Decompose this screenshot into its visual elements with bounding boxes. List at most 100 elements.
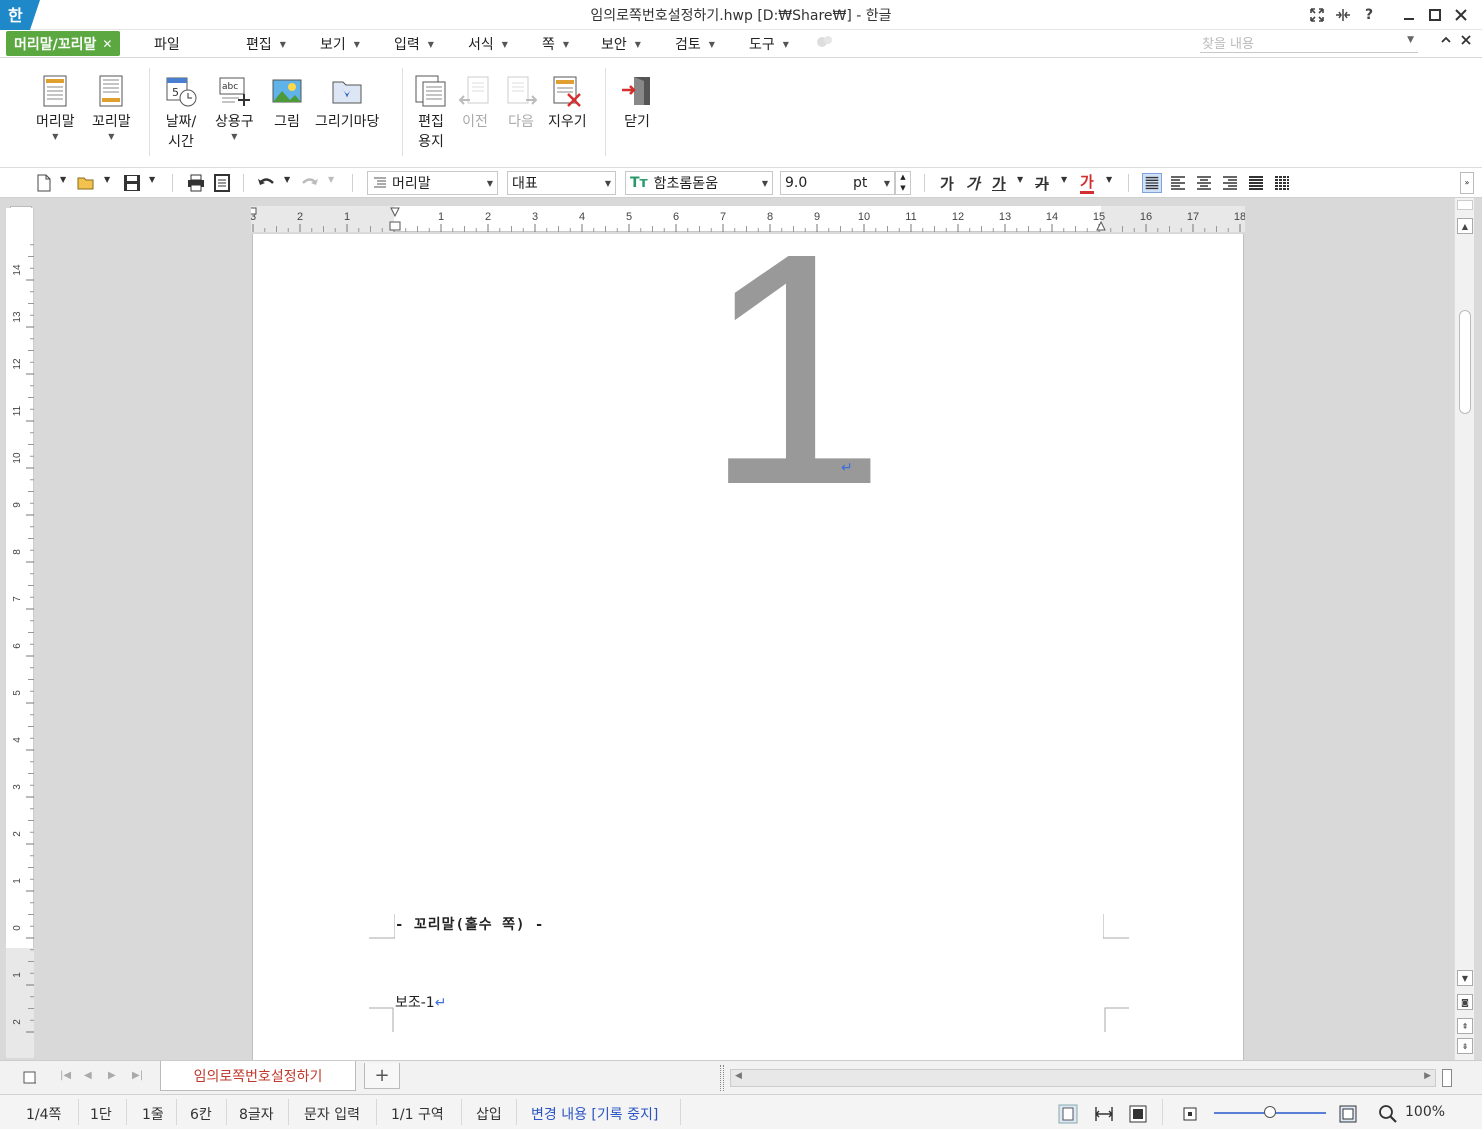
print-preview-icon[interactable] <box>212 173 232 193</box>
close-window-icon[interactable] <box>1448 4 1474 26</box>
delete-button[interactable]: 지우기 <box>548 74 587 132</box>
bold-button[interactable]: 가 <box>940 173 954 194</box>
zoom-level[interactable]: 100% <box>1405 1104 1445 1120</box>
chevron-down-icon[interactable]: ▼ <box>60 175 66 184</box>
first-tab-icon[interactable]: |◀ <box>60 1070 71 1081</box>
plugin-icon[interactable] <box>816 34 834 50</box>
undo-icon[interactable] <box>256 173 276 193</box>
select-browse-object-icon[interactable]: ◙ <box>1457 994 1473 1010</box>
zoom-slider-knob[interactable] <box>1264 1106 1276 1118</box>
status-insert-mode[interactable]: 삽입 <box>476 1104 502 1124</box>
chevron-down-icon[interactable]: ▼ <box>1061 175 1067 184</box>
close-document-icon[interactable] <box>1460 34 1472 50</box>
status-track-changes[interactable]: 변경 내용 [기록 중지] <box>531 1104 658 1124</box>
align-split-icon[interactable] <box>1272 173 1292 193</box>
scroll-down-icon[interactable]: ▼ <box>1457 970 1473 986</box>
footer-body-text[interactable]: 보조-1↵ <box>395 992 446 1012</box>
close-context-tab-icon[interactable]: ✕ <box>102 37 112 51</box>
save-icon[interactable] <box>122 173 142 193</box>
tab-list-icon[interactable] <box>22 1070 38 1086</box>
zoom-out-page-icon[interactable] <box>1180 1104 1200 1124</box>
align-center-icon[interactable] <box>1194 173 1214 193</box>
menu-view[interactable]: 보기 ▼ <box>320 34 360 54</box>
add-tab-button[interactable]: + <box>364 1063 400 1089</box>
datetime-label-line1: 날짜/ <box>165 114 197 130</box>
menu-edit[interactable]: 편집 ▼ <box>246 34 286 54</box>
chevron-down-icon[interactable]: ▼ <box>104 175 110 184</box>
prev-page-icon[interactable]: ⇞ <box>1457 1018 1473 1034</box>
chevron-down-icon[interactable]: ▼ <box>1017 175 1023 184</box>
status-page[interactable]: 1/4쪽 <box>26 1104 61 1124</box>
toolbar-overflow-icon[interactable]: » <box>1460 172 1474 194</box>
menu-insert[interactable]: 입력 ▼ <box>394 34 434 54</box>
print-icon[interactable] <box>186 173 206 193</box>
menu-security[interactable]: 보안 ▼ <box>601 34 641 54</box>
full-page-icon[interactable] <box>1128 1104 1148 1124</box>
last-tab-icon[interactable]: ▶| <box>132 1070 143 1081</box>
toolbar-separator <box>172 174 173 192</box>
align-left-icon[interactable] <box>1168 173 1188 193</box>
split-view-handle[interactable] <box>1442 1069 1452 1087</box>
redo-icon[interactable] <box>300 173 320 193</box>
next-tab-icon[interactable]: ▶ <box>108 1070 116 1081</box>
chevron-down-icon[interactable]: ▼ <box>149 175 155 184</box>
split-view-icon[interactable] <box>1330 4 1356 26</box>
menu-file[interactable]: 파일 <box>154 34 180 54</box>
menu-page[interactable]: 쪽 ▼ <box>542 34 569 54</box>
search-input[interactable]: 찾을 내용 ▼ <box>1200 33 1418 53</box>
footer-button[interactable]: 꼬리말 ▼ <box>92 74 131 142</box>
minimize-icon[interactable] <box>1396 4 1422 26</box>
chevron-down-icon[interactable]: ▼ <box>1106 175 1112 184</box>
edit-paper-button[interactable]: 편집 용지 <box>414 74 448 152</box>
prev-button[interactable]: 이전 <box>458 74 492 132</box>
collapse-ribbon-icon[interactable] <box>1440 34 1452 50</box>
style-select[interactable]: 머리말 ▼ <box>367 171 498 195</box>
new-document-icon[interactable] <box>34 173 54 193</box>
align-distribute-icon[interactable] <box>1246 173 1266 193</box>
scroll-thumb[interactable] <box>1459 310 1471 414</box>
document-tab[interactable]: 임의로쪽번호설정하기 <box>160 1061 356 1091</box>
split-handle[interactable] <box>1457 200 1473 210</box>
help-icon[interactable]: ? <box>1356 4 1382 26</box>
chevron-down-icon[interactable]: ▼ <box>328 175 334 184</box>
strikethrough-button[interactable]: 가 <box>1035 173 1049 194</box>
menu-review[interactable]: 검토 ▼ <box>675 34 715 54</box>
picture-button[interactable]: 그림 <box>270 74 304 132</box>
prev-tab-icon[interactable]: ◀ <box>84 1070 92 1081</box>
horizontal-scrollbar[interactable]: ◀ ▶ <box>730 1069 1436 1087</box>
header-footer-context-tab[interactable]: 머리말/꼬리말 ✕ <box>6 31 121 56</box>
chevron-down-icon[interactable]: ▼ <box>1407 35 1414 45</box>
menu-format[interactable]: 서식 ▼ <box>468 34 508 54</box>
next-page-icon[interactable]: ⇟ <box>1457 1038 1473 1054</box>
status-input-mode[interactable]: 문자 입력 <box>304 1104 360 1124</box>
fit-width-icon[interactable] <box>1094 1104 1114 1124</box>
language-select[interactable]: 대표 ▼ <box>507 171 616 195</box>
document-page[interactable]: 1 ↵ - 꼬리말(홀수 쪽) - 보조-1↵ <box>252 204 1244 1060</box>
font-size-stepper[interactable]: ▲ ▼ <box>895 171 911 195</box>
zoom-magnifier-icon[interactable] <box>1378 1104 1398 1124</box>
zoom-in-page-icon[interactable] <box>1338 1104 1358 1124</box>
next-button[interactable]: 다음 <box>504 74 538 132</box>
italic-button[interactable]: 가 <box>966 173 980 194</box>
close-button[interactable]: 닫기 <box>620 74 654 132</box>
align-right-icon[interactable] <box>1220 173 1240 193</box>
split-handle[interactable] <box>720 1065 724 1091</box>
menu-tools[interactable]: 도구 ▼ <box>749 34 789 54</box>
vertical-scrollbar[interactable]: ▲ ▼ ◙ ⇞ ⇟ <box>1454 198 1474 1060</box>
chevron-down-icon[interactable]: ▼ <box>284 175 290 184</box>
open-folder-icon[interactable] <box>76 173 96 193</box>
fullscreen-icon[interactable] <box>1304 4 1330 26</box>
align-justify-icon[interactable] <box>1142 173 1162 193</box>
vertical-ruler[interactable]: 14 13 12 11 10 9 8 7 6 5 4 3 2 1 0 1 2 <box>6 208 34 1058</box>
font-color-button[interactable]: 가 <box>1080 173 1094 194</box>
datetime-button[interactable]: 5 날짜/ 시간 <box>164 74 198 152</box>
underline-button[interactable]: 가 <box>992 173 1006 194</box>
page-view-icon[interactable] <box>1058 1104 1078 1124</box>
scroll-up-icon[interactable]: ▲ <box>1457 218 1473 234</box>
scroll-left-icon[interactable]: ◀ <box>735 1071 742 1081</box>
phrase-button[interactable]: abc 상용구 ▼ <box>215 74 254 142</box>
header-button[interactable]: 머리말 ▼ <box>36 74 75 142</box>
drawing-button[interactable]: 그리기마당 <box>315 74 379 132</box>
maximize-icon[interactable] <box>1422 4 1448 26</box>
scroll-right-icon[interactable]: ▶ <box>1424 1071 1431 1081</box>
